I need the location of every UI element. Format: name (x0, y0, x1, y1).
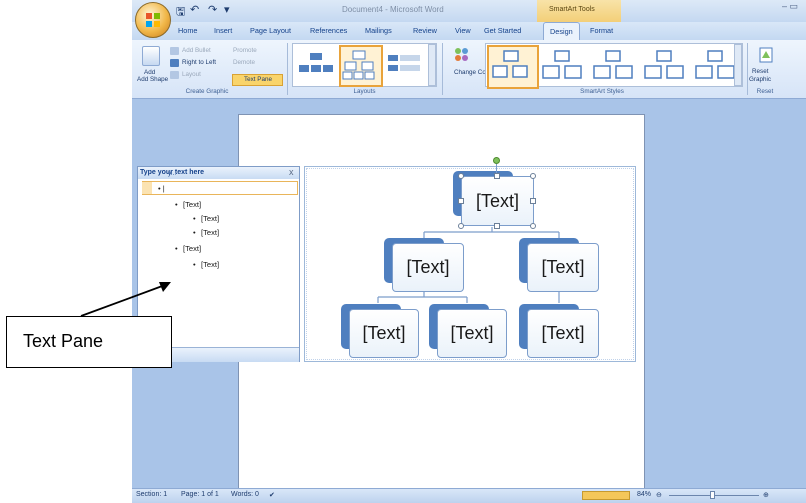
create-graphic-group-label: Create Graphic (185, 88, 229, 95)
reset-graphic-button[interactable]: Graphic (749, 76, 771, 83)
smartart-node-bottom-2[interactable]: [Text] (437, 309, 507, 358)
styles-scrollbar[interactable] (734, 44, 742, 86)
text-pane-item[interactable]: [Text] (201, 214, 219, 223)
resize-handle[interactable] (458, 223, 464, 229)
tab-mailings[interactable]: Mailings (365, 26, 392, 35)
layout-button[interactable]: Layout (182, 71, 201, 78)
tab-view[interactable]: View (455, 26, 471, 35)
smartart-node-top[interactable]: [Text] (461, 176, 534, 226)
style-thumbnail[interactable] (640, 45, 688, 85)
undo-icon[interactable]: ↶ (190, 3, 199, 16)
smartart-node-bottom-3[interactable]: [Text] (527, 309, 599, 358)
bullet-level-3: • (193, 260, 196, 269)
tab-get-started[interactable]: Get Started (484, 26, 521, 35)
demote-button[interactable]: Demote (233, 59, 255, 66)
bullet-level-3: • (193, 228, 196, 237)
tab-insert[interactable]: Insert (214, 26, 232, 35)
smartart-tools-label: SmartArt Tools (549, 6, 595, 13)
text-pane-item[interactable]: [Text] (201, 260, 219, 269)
right-to-left-button[interactable]: Right to Left (182, 59, 216, 66)
resize-handle[interactable] (530, 173, 536, 179)
text-pane-item[interactable]: [Text] (183, 200, 201, 209)
zoom-level[interactable]: 84% (637, 491, 651, 498)
layouts-scrollbar[interactable] (428, 44, 436, 86)
rotation-handle[interactable] (493, 157, 500, 164)
resize-handle[interactable] (530, 198, 536, 204)
layout-icon (170, 71, 179, 79)
minimize-icon[interactable]: – ▭ (782, 1, 798, 12)
callout-arrow (80, 282, 171, 317)
style-thumbnail-selected[interactable] (487, 45, 539, 89)
rotation-handle-stem (496, 164, 497, 173)
word-count[interactable]: Words: 0 (231, 491, 259, 498)
text-pane-item[interactable]: [Text] (201, 228, 219, 237)
proofing-icon[interactable]: ✔ (269, 491, 275, 499)
save-icon[interactable]: 🖫 (176, 3, 185, 22)
style-thumbnail[interactable] (538, 45, 586, 85)
zoom-in-icon[interactable]: ⊕ (763, 491, 769, 499)
bullet-level-3: • (193, 214, 196, 223)
callout-label: Text Pane (23, 331, 104, 351)
add-bullet-button[interactable]: Add Bullet (182, 47, 211, 54)
add-bullet-icon (170, 47, 179, 55)
reset-graphic-label-1[interactable]: Reset (752, 68, 768, 75)
text-pane-footer-link[interactable]: y... (168, 170, 176, 177)
resize-handle[interactable] (530, 223, 536, 229)
tab-home[interactable]: Home (178, 26, 197, 35)
resize-handle[interactable] (494, 223, 500, 229)
tab-page-layout[interactable]: Page Layout (250, 26, 291, 35)
add-shape-button[interactable]: Add Shape (137, 76, 168, 83)
add-shape-icon[interactable] (142, 46, 160, 66)
tab-review[interactable]: Review (413, 26, 437, 35)
customize-qat-icon[interactable]: ▾ (224, 3, 230, 16)
page-indicator[interactable]: Page: 1 of 1 (181, 491, 219, 498)
close-icon[interactable]: x (289, 167, 294, 177)
smartart-node-mid-right[interactable]: [Text] (527, 243, 599, 292)
layouts-group-label: Layouts (353, 88, 376, 95)
text-pane-row-marker (142, 182, 152, 194)
style-thumbnail[interactable] (589, 45, 637, 85)
document-title: Document4 - Microsoft Word (342, 5, 444, 14)
layout-thumbnail[interactable] (296, 45, 336, 83)
smartart-styles-group-label: SmartArt Styles (580, 88, 624, 95)
promote-button[interactable]: Promote (233, 47, 257, 54)
reset-group-label: Reset (756, 88, 774, 95)
bullet-level-2: • (175, 244, 178, 253)
tab-references[interactable]: References (310, 26, 347, 35)
style-thumbnail[interactable] (691, 45, 739, 85)
bullet-level-2: • (175, 200, 178, 209)
office-button[interactable] (135, 2, 171, 38)
resize-handle[interactable] (458, 173, 464, 179)
smartart-node-bottom-1[interactable]: [Text] (349, 309, 419, 358)
tab-design[interactable]: Design (543, 22, 580, 40)
group-separator (442, 43, 443, 95)
smartart-node-mid-left[interactable]: [Text] (392, 243, 464, 292)
resize-handle[interactable] (458, 198, 464, 204)
text-pane-row-active[interactable] (142, 181, 298, 195)
text-pane-button-label[interactable]: Text Pane (244, 76, 272, 83)
group-separator (287, 43, 288, 95)
view-buttons[interactable] (582, 491, 630, 500)
reset-graphic-icon[interactable] (757, 46, 775, 66)
zoom-out-icon[interactable]: ⊖ (656, 491, 662, 499)
add-shape-label-1[interactable]: Add (144, 69, 155, 76)
resize-handle[interactable] (494, 173, 500, 179)
title-bar (132, 0, 806, 22)
group-separator (747, 43, 748, 95)
section-indicator[interactable]: Section: 1 (136, 491, 167, 498)
right-to-left-icon (170, 59, 179, 67)
text-pane-item[interactable]: [Text] (183, 244, 201, 253)
zoom-slider-thumb[interactable] (710, 491, 715, 499)
layout-thumbnail[interactable] (384, 45, 424, 83)
change-colors-icon[interactable] (454, 47, 472, 63)
tab-format[interactable]: Format (590, 26, 613, 35)
bullet-level-1: • | (158, 184, 165, 193)
layout-thumbnail-selected[interactable] (339, 45, 383, 87)
redo-icon[interactable]: ↷ (208, 3, 217, 16)
